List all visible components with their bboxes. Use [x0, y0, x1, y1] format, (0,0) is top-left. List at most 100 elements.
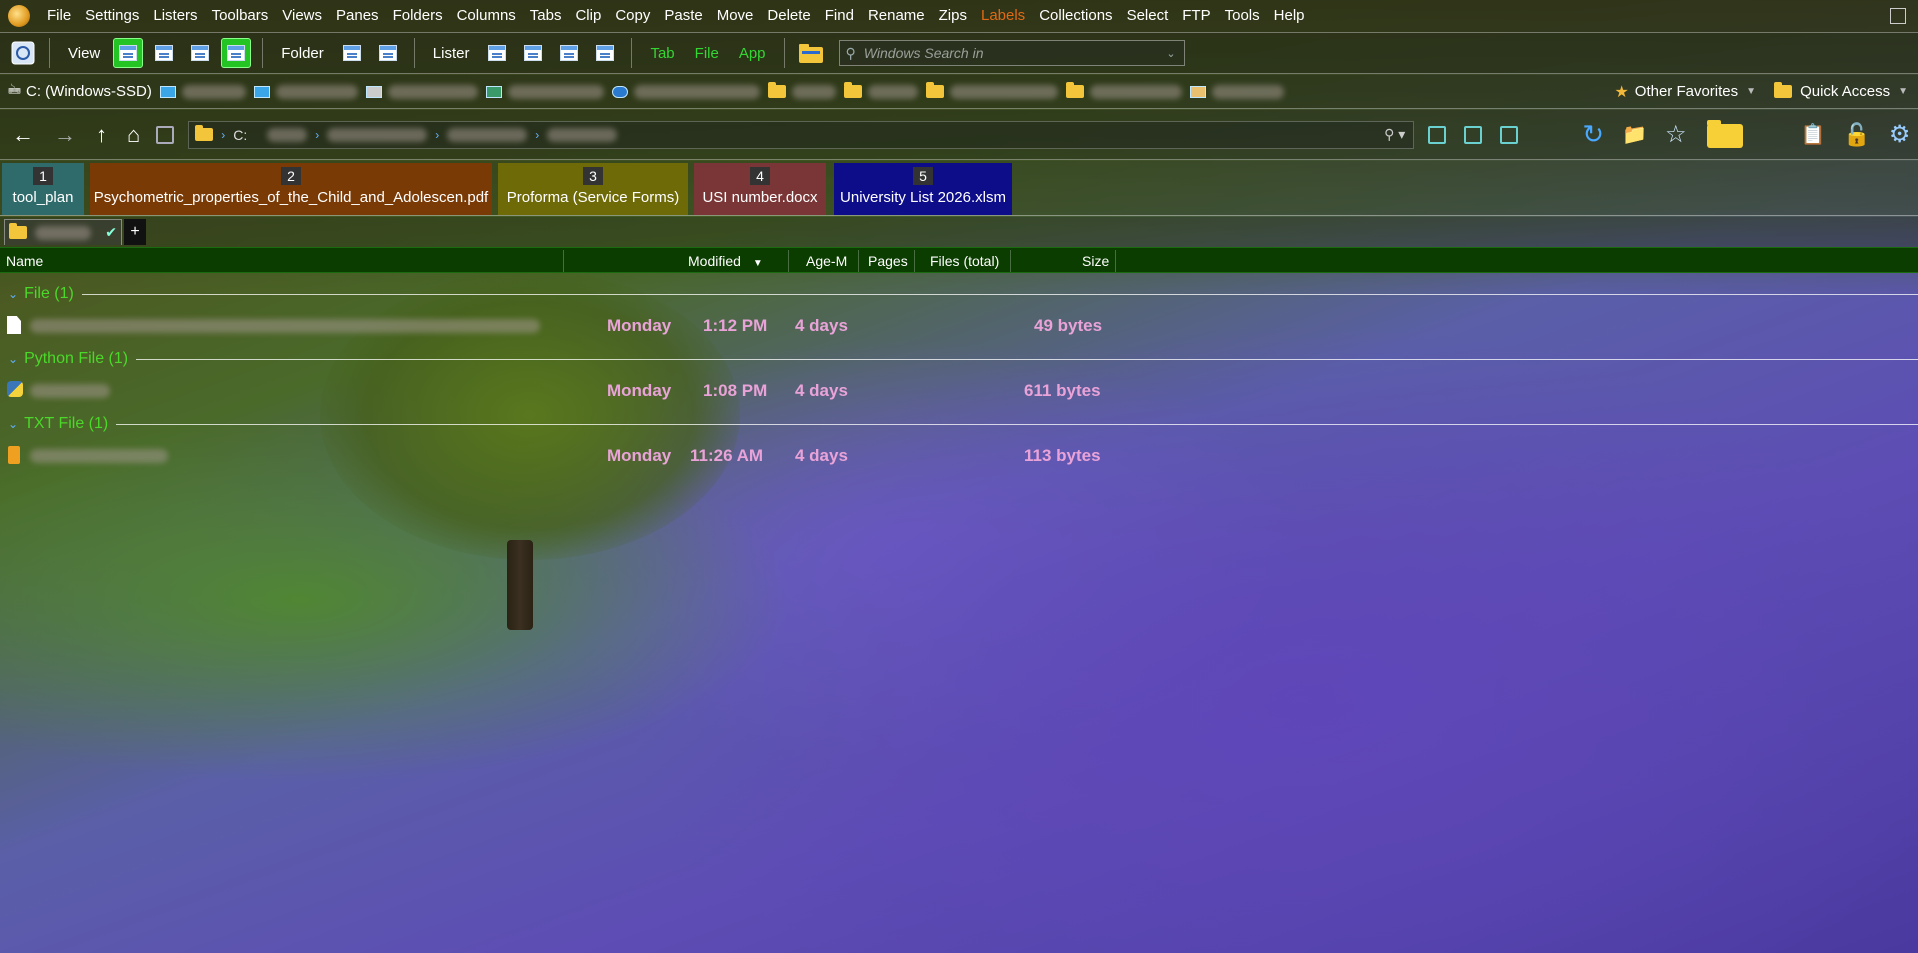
- favorite-shortcut[interactable]: [767, 82, 836, 99]
- up-arrow-icon[interactable]: ↑: [96, 122, 107, 148]
- menu-zips[interactable]: Zips: [932, 0, 974, 32]
- menu-tabs[interactable]: Tabs: [523, 0, 569, 32]
- favorite-shortcut[interactable]: [365, 84, 478, 99]
- chevron-down-icon[interactable]: ⌄: [1166, 47, 1175, 60]
- menu-move[interactable]: Move: [710, 0, 761, 32]
- view-details-button[interactable]: [113, 38, 144, 68]
- column-header-age[interactable]: Age-M: [806, 248, 847, 274]
- lock-icon[interactable]: 🔓: [1843, 122, 1870, 148]
- menu-paste[interactable]: Paste: [657, 0, 709, 32]
- group-header-python-file[interactable]: ⌄ Python File (1): [0, 346, 1918, 372]
- menu-rename[interactable]: Rename: [861, 0, 932, 32]
- menu-panes[interactable]: Panes: [329, 0, 386, 32]
- menu-find[interactable]: Find: [818, 0, 861, 32]
- folder-large-icon[interactable]: [1705, 116, 1745, 153]
- chevron-down-icon[interactable]: ⌄: [8, 287, 18, 301]
- table-row[interactable]: Monday 11:26 AM 4 days 113 bytes: [0, 443, 1118, 469]
- menu-settings[interactable]: Settings: [78, 0, 146, 32]
- computer-icon[interactable]: [156, 125, 175, 144]
- app-menu-button[interactable]: App: [729, 45, 776, 62]
- app-logo-icon[interactable]: [8, 5, 30, 27]
- folder-tree-button[interactable]: [337, 38, 367, 68]
- tab-lock-icon[interactable]: ✔: [105, 224, 117, 241]
- group-header-file[interactable]: ⌄ File (1): [0, 281, 1918, 307]
- menu-columns[interactable]: Columns: [450, 0, 523, 32]
- column-header-name[interactable]: Name: [6, 248, 43, 274]
- restore-window-icon[interactable]: [1890, 8, 1906, 24]
- folder-options-icon[interactable]: 📁: [1622, 122, 1647, 147]
- chevron-down-icon[interactable]: ⌄: [8, 352, 18, 366]
- add-tab-button[interactable]: +: [124, 219, 146, 245]
- favorite-shortcut[interactable]: [1065, 82, 1182, 99]
- table-row[interactable]: Monday 1:12 PM 4 days 49 bytes: [0, 313, 1118, 339]
- lister-dual-vertical-button[interactable]: [518, 38, 548, 68]
- folder-tab-active[interactable]: ✔: [4, 219, 122, 245]
- column-header-files-total[interactable]: Files (total): [930, 248, 999, 274]
- view-power-button[interactable]: [149, 38, 179, 68]
- menu-select[interactable]: Select: [1120, 0, 1176, 32]
- favorite-star-icon[interactable]: ☆: [1665, 120, 1687, 149]
- menu-tools[interactable]: Tools: [1218, 0, 1267, 32]
- breadcrumb[interactable]: › C: › › › ⚲ ▾: [188, 120, 1415, 149]
- column-header-modified[interactable]: Modified ▼: [688, 248, 763, 274]
- other-favorites-button[interactable]: ★ Other Favorites ▼: [1614, 82, 1756, 102]
- search-input[interactable]: [861, 44, 1167, 62]
- table-row[interactable]: Monday 1:08 PM 4 days 611 bytes: [0, 378, 1118, 404]
- column-header-pages[interactable]: Pages: [868, 248, 908, 274]
- lister-dual-horizontal-button[interactable]: [554, 38, 584, 68]
- column-separator[interactable]: [914, 250, 915, 272]
- menu-labels[interactable]: Labels: [974, 0, 1032, 32]
- tab-menu-button[interactable]: Tab: [640, 45, 684, 62]
- menu-copy[interactable]: Copy: [608, 0, 657, 32]
- menu-delete[interactable]: Delete: [760, 0, 817, 32]
- column-separator[interactable]: [788, 250, 789, 272]
- favorite-shortcut[interactable]: [1189, 84, 1284, 99]
- view-tiles-button[interactable]: [221, 38, 252, 68]
- menu-collections[interactable]: Collections: [1032, 0, 1119, 32]
- menu-listers[interactable]: Listers: [146, 0, 204, 32]
- home-icon[interactable]: ⌂: [127, 122, 140, 148]
- favorite-shortcut[interactable]: [843, 82, 918, 99]
- folder-view-button[interactable]: [373, 38, 403, 68]
- view-thumbnails-button[interactable]: [185, 38, 215, 68]
- drive-c-shortcut[interactable]: 🖮 C: (Windows-SSD): [8, 81, 152, 103]
- menu-folders[interactable]: Folders: [386, 0, 450, 32]
- favorite-shortcut[interactable]: [253, 84, 358, 99]
- column-separator[interactable]: [1115, 250, 1116, 272]
- column-separator[interactable]: [1010, 250, 1011, 272]
- chevron-down-icon[interactable]: ⌄: [8, 417, 18, 431]
- gear-icon[interactable]: ⚙: [1889, 120, 1911, 149]
- label-tab-5[interactable]: 5 University List 2026.xlsm: [834, 163, 1012, 215]
- lister-single-button[interactable]: [482, 38, 512, 68]
- split-horizontal-icon[interactable]: [1464, 125, 1483, 144]
- folder-explorer-button[interactable]: [796, 38, 826, 68]
- file-menu-button[interactable]: File: [685, 45, 729, 62]
- label-tab-3[interactable]: 3 Proforma (Service Forms): [498, 163, 688, 215]
- column-separator[interactable]: [563, 250, 564, 272]
- back-arrow-icon[interactable]: ←: [12, 122, 34, 148]
- favorite-shortcut[interactable]: [159, 84, 246, 99]
- split-vertical-icon[interactable]: [1500, 125, 1519, 144]
- menu-file[interactable]: File: [40, 0, 78, 32]
- refresh-icon[interactable]: ↻: [1582, 119, 1604, 150]
- toggle-toolbar-icon[interactable]: [8, 38, 38, 68]
- favorite-shortcut[interactable]: [611, 84, 760, 99]
- menu-help[interactable]: Help: [1267, 0, 1312, 32]
- lister-viewer-button[interactable]: [590, 38, 620, 68]
- clipboard-icon[interactable]: 📋: [1801, 122, 1826, 147]
- label-tab-1[interactable]: 1 tool_plan: [2, 163, 84, 215]
- forward-arrow-icon[interactable]: →: [54, 122, 76, 148]
- menu-toolbars[interactable]: Toolbars: [205, 0, 276, 32]
- menu-ftp[interactable]: FTP: [1175, 0, 1217, 32]
- favorite-shortcut[interactable]: [925, 82, 1058, 99]
- menu-views[interactable]: Views: [275, 0, 329, 32]
- windows-search-box[interactable]: ⚲ ⌄: [838, 40, 1185, 66]
- column-separator[interactable]: [858, 250, 859, 272]
- menu-clip[interactable]: Clip: [568, 0, 608, 32]
- search-path-icon[interactable]: ⚲ ▾: [1384, 126, 1405, 143]
- group-header-txt-file[interactable]: ⌄ TXT File (1): [0, 411, 1918, 437]
- breadcrumb-drive[interactable]: C:: [233, 127, 247, 143]
- label-tab-4[interactable]: 4 USI number.docx: [694, 163, 826, 215]
- favorite-shortcut[interactable]: [485, 84, 604, 99]
- sync-panes-icon[interactable]: [1428, 125, 1447, 144]
